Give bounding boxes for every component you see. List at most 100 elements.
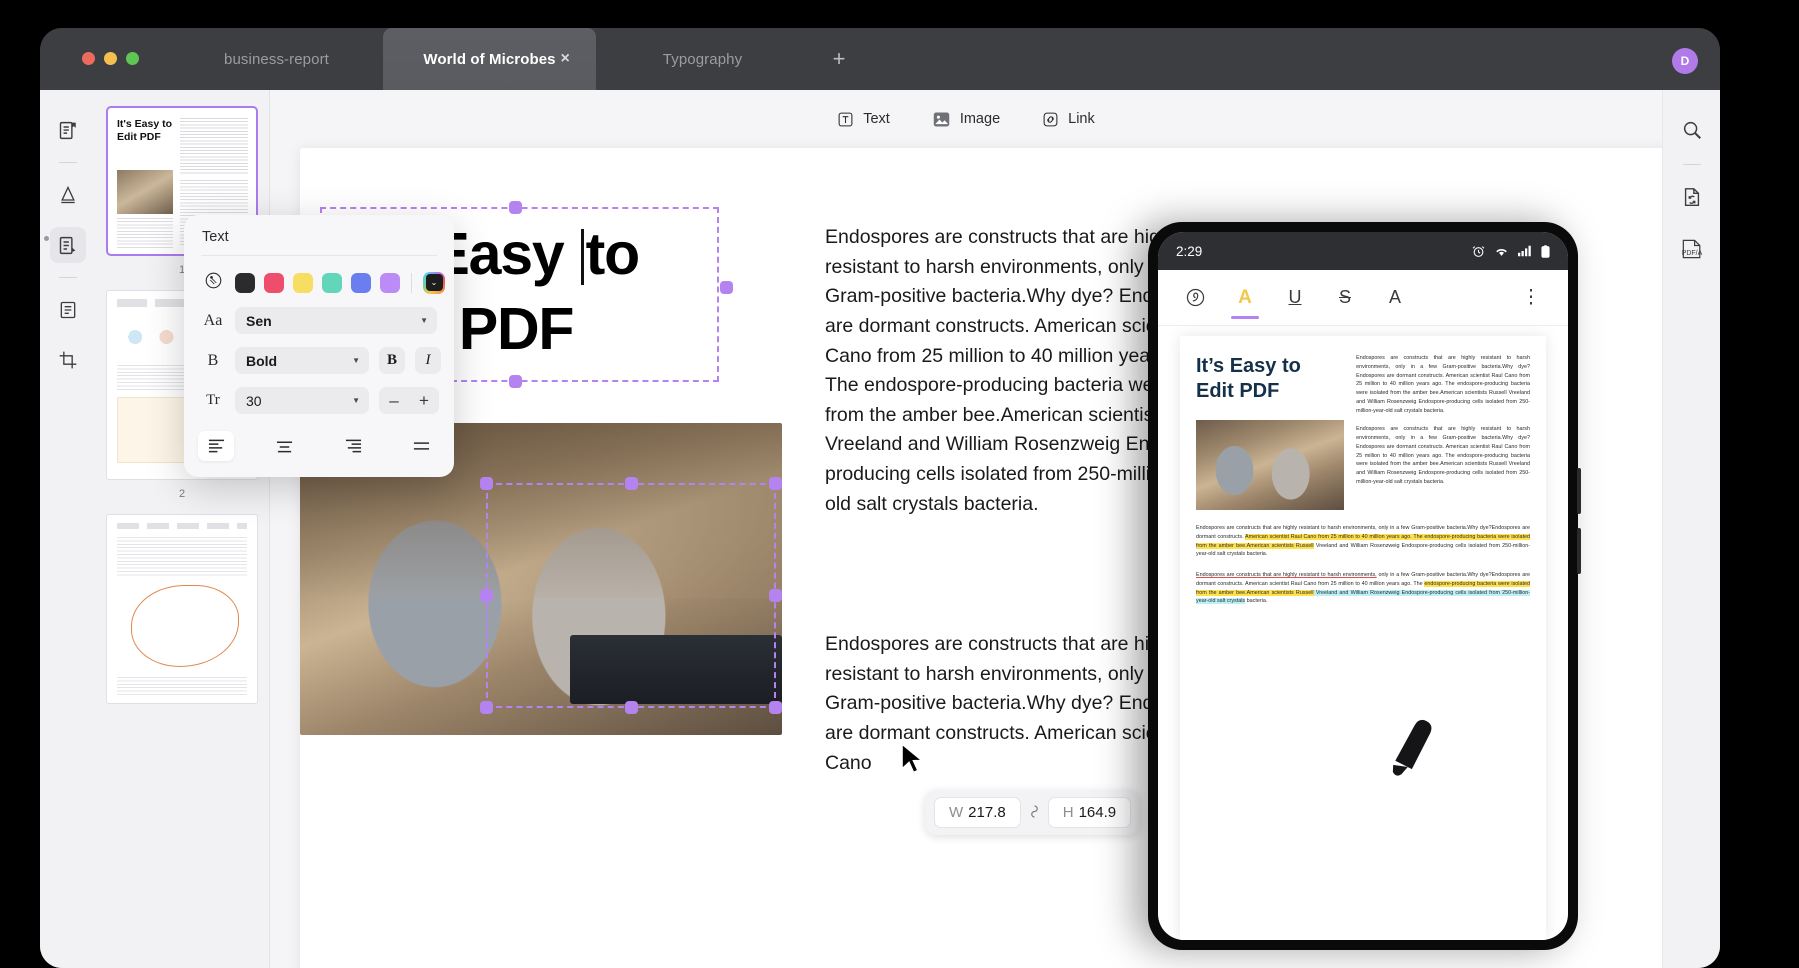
more-colors-swatch[interactable]: ⌄ <box>423 272 445 294</box>
search-button[interactable] <box>1674 112 1710 148</box>
close-window-button[interactable] <box>82 52 95 65</box>
maximize-window-button[interactable] <box>126 52 139 65</box>
pen-tool-button[interactable] <box>1174 278 1216 318</box>
align-justify-icon <box>413 439 430 453</box>
width-field[interactable]: W217.8 <box>934 797 1021 828</box>
font-family-select[interactable]: Sen ▼ <box>235 307 437 334</box>
tablet-screen: 2:29 A U S <box>1158 232 1568 940</box>
list-item[interactable] <box>106 514 258 704</box>
avatar[interactable]: D <box>1672 48 1698 74</box>
resize-handle-tl[interactable] <box>480 477 493 490</box>
width-value: 217.8 <box>968 804 1006 821</box>
align-right-button[interactable] <box>335 431 371 461</box>
align-left-button[interactable] <box>198 431 234 461</box>
forms-icon <box>58 300 78 320</box>
insert-image-button[interactable]: Image <box>932 111 1000 128</box>
close-icon[interactable]: × <box>561 51 570 67</box>
swatch-red[interactable] <box>264 273 284 293</box>
pdfa-button[interactable]: PDF/A <box>1674 231 1710 267</box>
sidebar-item-annotate[interactable] <box>50 177 86 213</box>
tablet-right-paragraph-1: Endospores are constructs that are highl… <box>1356 354 1530 415</box>
height-field[interactable]: H164.9 <box>1048 797 1131 828</box>
insert-link-button[interactable]: Link <box>1042 111 1095 128</box>
resize-handle-top[interactable] <box>509 201 522 214</box>
sidebar-item-forms[interactable] <box>50 292 86 328</box>
tab-business-report[interactable]: business-report <box>170 28 383 90</box>
align-center-icon <box>276 439 293 453</box>
resize-handle-b[interactable] <box>625 701 638 714</box>
color-row: ⌄ <box>184 271 454 294</box>
resize-handle-tr[interactable] <box>769 477 782 490</box>
annotate-icon <box>58 185 78 205</box>
sidebar-item-pages[interactable] <box>50 112 86 148</box>
crop-icon <box>58 350 78 370</box>
resize-handle-l[interactable] <box>480 589 493 602</box>
new-tab-button[interactable]: + <box>809 28 869 90</box>
font-family-row: Aa Sen ▼ <box>184 307 454 334</box>
thumb-text-block-3 <box>117 218 173 248</box>
swap-dimensions-icon[interactable] <box>1029 804 1040 822</box>
insert-text-button[interactable]: Text <box>837 111 890 128</box>
strikethrough-tool-button[interactable]: S <box>1324 278 1366 318</box>
swatch-blue[interactable] <box>351 273 371 293</box>
underline-tool-button[interactable]: U <box>1274 278 1316 318</box>
resize-handle-r[interactable] <box>769 589 782 602</box>
align-right-icon <box>345 439 362 453</box>
wifi-icon <box>1494 245 1509 258</box>
thumb-text-a <box>117 537 247 577</box>
text-color-tool-button[interactable]: A <box>1374 278 1416 318</box>
alignment-row <box>184 431 454 461</box>
tablet-right-paragraph-2: Endospores are constructs that are highl… <box>1356 425 1530 486</box>
resize-handle-t[interactable] <box>625 477 638 490</box>
image-selection-group[interactable] <box>486 483 776 708</box>
rail-divider <box>59 162 77 163</box>
font-weight-select[interactable]: Bold ▼ <box>235 347 369 374</box>
tablet-volume-up-button[interactable] <box>1577 468 1581 514</box>
tablet-annotated-paragraph-1[interactable]: Endospores are constructs that are highl… <box>1196 524 1530 559</box>
minimize-window-button[interactable] <box>104 52 117 65</box>
font-size-select[interactable]: 30 ▼ <box>235 387 369 414</box>
convert-button[interactable] <box>1674 179 1710 215</box>
heading-rest-run: to <box>586 221 639 287</box>
tablet-col-right: Endospores are constructs that are highl… <box>1356 354 1530 510</box>
tab-world-of-microbes[interactable]: World of Microbes × <box>383 28 596 90</box>
sidebar-item-crop[interactable] <box>50 342 86 378</box>
bold-button[interactable]: B <box>379 347 405 374</box>
underlined-run: Endospores are constructs that are highl… <box>1196 572 1377 578</box>
font-family-icon: Aa <box>201 312 225 330</box>
resize-handle-bl[interactable] <box>480 701 493 714</box>
signal-icon <box>1518 245 1532 257</box>
swatch-teal[interactable] <box>322 273 342 293</box>
tablet-document[interactable]: It’s Easy to Edit PDF Endospores are con… <box>1180 336 1546 940</box>
tablet-device: 2:29 A U S <box>1148 222 1578 950</box>
font-weight-row: B Bold ▼ B I <box>184 347 454 374</box>
font-size-increase-button[interactable]: + <box>409 391 439 411</box>
tablet-annotated-paragraph-2[interactable]: Endospores are constructs that are highl… <box>1196 571 1530 606</box>
font-size-value: 30 <box>246 393 262 409</box>
swatch-yellow[interactable] <box>293 273 313 293</box>
font-size-decrease-button[interactable]: – <box>379 391 409 411</box>
italic-button[interactable]: I <box>415 347 441 374</box>
tab-label: Typography <box>663 51 742 68</box>
resize-handle-right[interactable] <box>720 281 733 294</box>
more-vertical-icon: ⋮ <box>1522 286 1541 309</box>
swatch-black[interactable] <box>235 273 255 293</box>
tablet-volume-down-button[interactable] <box>1577 528 1581 574</box>
svg-text:PDF/A: PDF/A <box>1681 250 1702 257</box>
text-format-panel[interactable]: Text <box>184 215 454 477</box>
tablet-col-left: It’s Easy to Edit PDF <box>1196 354 1344 510</box>
traffic-lights <box>82 52 139 65</box>
more-menu-button[interactable]: ⋮ <box>1510 278 1552 318</box>
image-selection-outline <box>486 483 776 708</box>
swatch-purple[interactable] <box>380 273 400 293</box>
sidebar-item-edit[interactable] <box>50 227 86 263</box>
font-family-value: Sen <box>246 313 272 329</box>
align-justify-button[interactable] <box>404 431 440 461</box>
resize-handle-br[interactable] <box>769 701 782 714</box>
tablet-annotation-toolbar: A U S A ⋮ <box>1158 270 1568 326</box>
highlight-tool-button[interactable]: A <box>1224 278 1266 318</box>
rrail-divider <box>1683 164 1701 165</box>
resize-handle-bottom[interactable] <box>509 375 522 388</box>
align-center-button[interactable] <box>267 431 303 461</box>
tab-typography[interactable]: Typography <box>596 28 809 90</box>
